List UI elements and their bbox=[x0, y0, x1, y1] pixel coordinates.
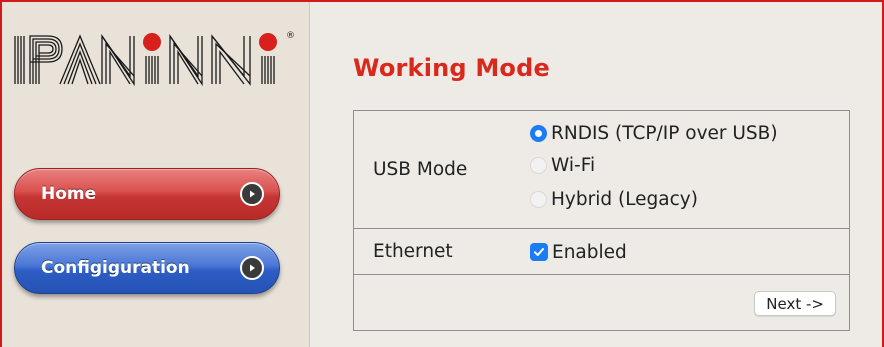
main-content: Working Mode USB Mode RNDIS (TCP/IP over… bbox=[310, 2, 882, 347]
home-button[interactable]: Home bbox=[14, 168, 280, 220]
radio-option-rndis[interactable]: RNDIS (TCP/IP over USB) bbox=[530, 121, 778, 145]
home-button-label: Home bbox=[41, 184, 97, 204]
radio-label: RNDIS (TCP/IP over USB) bbox=[551, 122, 778, 144]
radio-option-hybrid[interactable]: Hybrid (Legacy) bbox=[530, 187, 698, 211]
arrow-right-circle-icon bbox=[240, 182, 264, 206]
radio-selected-icon[interactable] bbox=[530, 124, 547, 142]
panini-logo: ® bbox=[14, 31, 295, 86]
ethernet-enabled-checkbox[interactable]: Enabled bbox=[530, 240, 627, 264]
page-title: Working Mode bbox=[353, 54, 550, 82]
radio-label: Wi-Fi bbox=[551, 154, 596, 176]
registered-mark: ® bbox=[286, 31, 295, 41]
checkbox-checked-icon[interactable] bbox=[530, 243, 548, 261]
usb-mode-row: USB Mode RNDIS (TCP/IP over USB) Wi-Fi H… bbox=[354, 111, 849, 229]
logo-dot-2 bbox=[259, 33, 277, 51]
radio-unselected-icon[interactable] bbox=[530, 156, 547, 174]
usb-mode-label: USB Mode bbox=[373, 159, 468, 180]
arrow-right-circle-icon bbox=[240, 256, 264, 280]
checkbox-label: Enabled bbox=[552, 241, 627, 263]
radio-unselected-icon[interactable] bbox=[530, 190, 547, 208]
ethernet-label: Ethernet bbox=[373, 241, 453, 262]
configuration-button[interactable]: Configiguration bbox=[14, 242, 280, 294]
configuration-button-label: Configiguration bbox=[41, 258, 190, 278]
logo-dot-1 bbox=[143, 33, 161, 51]
radio-label: Hybrid (Legacy) bbox=[551, 188, 698, 210]
radio-option-wifi[interactable]: Wi-Fi bbox=[530, 153, 595, 177]
next-button[interactable]: Next -> bbox=[754, 291, 836, 316]
ethernet-row: Ethernet Enabled bbox=[354, 229, 849, 275]
page-frame: ® Home Configiguration Working Mode USB … bbox=[0, 0, 884, 347]
sidebar: ® Home Configiguration bbox=[2, 2, 310, 347]
settings-table: USB Mode RNDIS (TCP/IP over USB) Wi-Fi H… bbox=[353, 110, 850, 331]
actions-row: Next -> bbox=[354, 275, 849, 330]
